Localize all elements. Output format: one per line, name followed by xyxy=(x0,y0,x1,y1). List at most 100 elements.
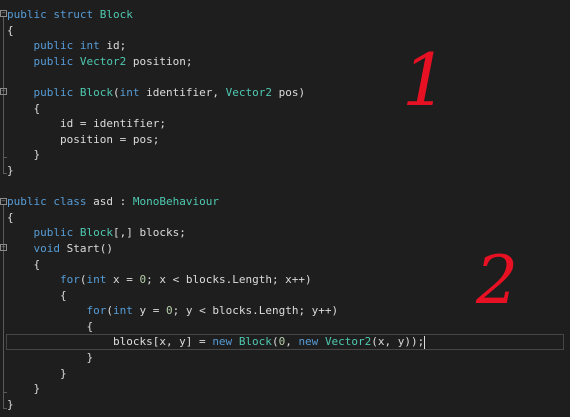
code-token: x = xyxy=(106,273,140,287)
type-token: MonoBehaviour xyxy=(132,195,219,209)
type-token: Vector2 xyxy=(324,335,372,349)
code-line[interactable]: position = pos; xyxy=(7,132,564,148)
code-token: , xyxy=(285,335,299,349)
code-token: ( xyxy=(106,304,113,318)
keyword-token: int xyxy=(119,85,140,99)
type-token: Vector2 xyxy=(79,54,127,68)
code-token: } xyxy=(7,366,67,380)
code-token: identifier, xyxy=(139,85,226,99)
collapse-class-icon[interactable]: − xyxy=(0,198,7,205)
code-token: position = pos; xyxy=(7,132,160,146)
code-token: ( xyxy=(113,85,120,99)
type-token: Vector2 xyxy=(225,85,272,99)
code-line[interactable]: } xyxy=(7,366,564,382)
code-token: position; xyxy=(126,54,193,68)
type-token: Block xyxy=(99,8,133,21)
code-lines[interactable]: public struct Block{ public int id; publ… xyxy=(6,7,564,413)
keyword-token: public xyxy=(33,39,74,53)
code-token: asd : xyxy=(86,195,133,209)
code-line[interactable]: } xyxy=(7,397,564,413)
keyword-token: new xyxy=(212,335,233,349)
code-line[interactable]: } xyxy=(7,163,564,179)
code-token: [,] blocks; xyxy=(113,226,186,240)
code-token: { xyxy=(7,257,41,271)
keyword-token: int xyxy=(86,273,107,287)
code-token: } xyxy=(7,163,14,177)
outlining-margin: − − − − xyxy=(0,0,7,417)
code-line[interactable]: } xyxy=(7,381,564,397)
code-line[interactable]: { xyxy=(7,210,564,226)
constructor-outline-guide xyxy=(3,95,4,157)
code-line[interactable]: } xyxy=(7,350,564,366)
annotation-mark-2: 2 xyxy=(476,242,518,319)
code-token: Start() xyxy=(60,241,113,255)
type-token: Block xyxy=(79,226,113,240)
keyword-token: void xyxy=(33,241,61,255)
code-line[interactable]: public Block(int identifier, Vector2 pos… xyxy=(7,85,564,101)
collapse-start-method-icon[interactable]: − xyxy=(0,244,7,251)
code-token: id; xyxy=(99,39,127,53)
keyword-token: int xyxy=(112,304,133,318)
collapse-struct-icon[interactable]: − xyxy=(0,10,7,17)
keyword-token: public xyxy=(7,195,47,209)
code-token: } xyxy=(7,397,14,411)
code-line[interactable]: public int id; xyxy=(7,38,564,54)
keyword-token: new xyxy=(298,335,319,349)
code-token: y = xyxy=(132,304,166,318)
keyword-token: int xyxy=(79,39,100,53)
type-token: Block xyxy=(238,335,272,349)
text-caret xyxy=(424,335,426,349)
code-token: { xyxy=(7,23,14,37)
code-line[interactable]: public struct Block xyxy=(7,7,564,23)
code-line[interactable]: public Block[,] blocks; xyxy=(7,225,564,241)
keyword-token: public xyxy=(33,85,74,99)
code-editor[interactable]: − − − − public struct Block{ public int … xyxy=(0,0,570,417)
code-line[interactable]: } xyxy=(7,147,564,163)
code-token: blocks[x, y] = xyxy=(7,335,213,349)
code-line[interactable]: blocks[x, y] = new Block(0, new Vector2(… xyxy=(6,334,564,351)
code-token: ( xyxy=(271,335,279,349)
collapse-constructor-icon[interactable]: − xyxy=(0,88,7,95)
keyword-token: public xyxy=(33,54,74,68)
keyword-token: class xyxy=(53,195,87,209)
code-line[interactable]: { xyxy=(7,101,564,117)
code-token: } xyxy=(7,148,41,162)
code-line[interactable] xyxy=(7,69,564,85)
code-token: { xyxy=(7,210,14,224)
code-token: (x, y)); xyxy=(371,335,425,349)
code-token: ; x < blocks.Length; x++) xyxy=(146,273,312,287)
code-token: { xyxy=(7,288,67,302)
code-token: } xyxy=(7,382,41,396)
keyword-token: public xyxy=(33,226,74,240)
code-line[interactable]: public class asd : MonoBehaviour xyxy=(7,194,564,210)
code-token: ; y < blocks.Length; y++) xyxy=(172,304,339,318)
code-token: { xyxy=(7,319,94,333)
code-line[interactable]: public Vector2 position; xyxy=(7,54,564,70)
number-token: 0 xyxy=(165,304,173,318)
code-line[interactable]: { xyxy=(7,23,564,39)
annotation-mark-1: 1 xyxy=(402,38,448,122)
code-line[interactable]: { xyxy=(7,319,564,335)
code-token: } xyxy=(7,351,94,365)
code-token: pos) xyxy=(271,85,306,99)
keyword-token: public xyxy=(7,8,47,21)
type-token: Block xyxy=(79,85,113,99)
keyword-token: for xyxy=(86,304,107,318)
code-line[interactable]: id = identifier; xyxy=(7,116,564,132)
code-token: { xyxy=(7,101,41,115)
code-line[interactable] xyxy=(7,179,564,195)
keyword-token: struct xyxy=(53,8,94,21)
